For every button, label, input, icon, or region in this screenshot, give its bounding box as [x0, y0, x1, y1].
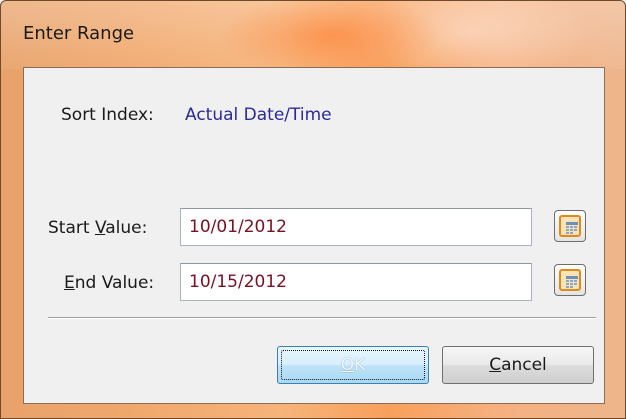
- title-bar[interactable]: Enter Range: [1, 1, 625, 69]
- calendar-grid-icon: [566, 222, 578, 234]
- end-value-label: End Value:: [64, 273, 154, 293]
- sort-index-value: Actual Date/Time: [185, 105, 332, 125]
- start-value-label-suffix: alue:: [105, 218, 148, 238]
- end-value-label-suffix: nd Value:: [74, 273, 155, 293]
- end-value-input[interactable]: 10/15/2012: [180, 263, 532, 301]
- ok-button[interactable]: OK: [277, 346, 429, 384]
- dialog-title: Enter Range: [23, 23, 135, 44]
- dialog-body: Sort Index: Actual Date/Time Start Value…: [23, 67, 605, 404]
- start-value-label: Start Value:: [48, 218, 147, 238]
- end-value-label-accel: E: [64, 273, 75, 293]
- separator: [48, 317, 596, 319]
- start-value-input[interactable]: 10/01/2012: [180, 208, 532, 246]
- calendar-grid-icon: [566, 276, 578, 288]
- cancel-button[interactable]: Cancel: [442, 346, 594, 384]
- calendar-icon: [559, 269, 581, 291]
- cancel-button-accel: C: [489, 355, 502, 375]
- start-value-label-prefix: Start: [48, 218, 95, 238]
- calendar-icon: [559, 215, 581, 237]
- ok-button-accel: O: [340, 355, 355, 375]
- cancel-button-suffix: ancel: [501, 355, 547, 375]
- sort-index-label: Sort Index:: [61, 105, 154, 125]
- ok-button-focus-ring: OK: [281, 350, 425, 380]
- start-value-label-accel: V: [94, 218, 106, 238]
- enter-range-dialog: Enter Range Sort Index: Actual Date/Time…: [0, 0, 626, 419]
- ok-button-suffix: K: [354, 355, 366, 375]
- start-date-picker-button[interactable]: [554, 210, 586, 242]
- end-date-picker-button[interactable]: [554, 264, 586, 296]
